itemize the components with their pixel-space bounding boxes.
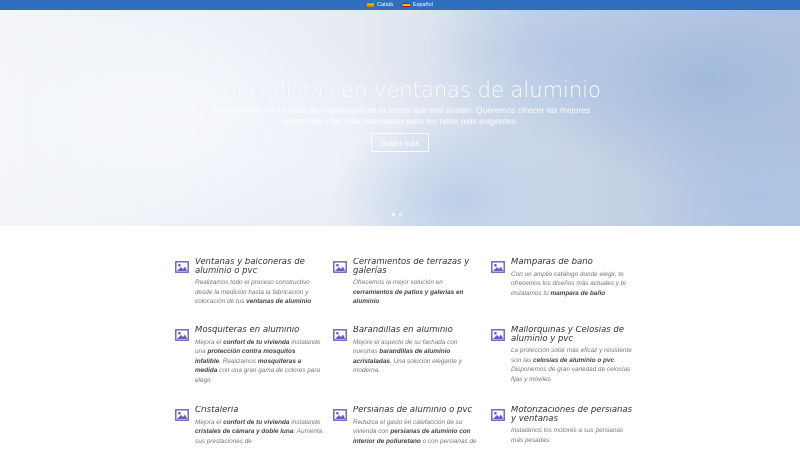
image-icon xyxy=(175,329,189,341)
service-content: Ventanas y balconeras de aluminio o pvc R… xyxy=(195,258,323,326)
service-text: Instalamos los motores a sus persianas m… xyxy=(511,427,624,444)
hero-subtitle: Tenemos más de 15 años de experiencia en… xyxy=(209,105,591,126)
image-icon xyxy=(333,261,347,273)
service-highlight: confort de tu vivienda xyxy=(223,418,290,426)
service-title: Mamparas de baño xyxy=(511,258,593,267)
image-icon xyxy=(491,261,505,273)
service-content: Cristalería Mejora el confort de tu vivie… xyxy=(195,406,323,450)
services-grid: Ventanas y balconeras de aluminio o pvc R… xyxy=(175,258,635,450)
service-highlight: celosías de aluminio o pvc xyxy=(533,356,615,364)
language-link-spanish[interactable]: Español xyxy=(403,2,433,8)
service-content: Motorizaciones de persianas y ventanas In… xyxy=(511,406,635,450)
service-content: Barandillas en aluminio Mejore el aspecto… xyxy=(353,326,481,406)
service-item: Cerramientos de terrazas y galerías Ofrec… xyxy=(333,258,491,326)
service-description: Mejora el confort de tu vivienda instala… xyxy=(195,338,323,386)
service-highlight: mampara de baño xyxy=(550,289,606,297)
service-item: Persianas de aluminio o pvc Reduzca el ga… xyxy=(333,406,491,450)
slider-dot-2[interactable] xyxy=(399,213,402,216)
service-text: Mejora el xyxy=(195,338,224,346)
service-title: Barandillas en aluminio xyxy=(353,326,453,335)
service-title: Mallorquinas y Celosías de aluminio y pv… xyxy=(511,326,625,344)
service-description: Instalamos los motores a sus persianas m… xyxy=(511,426,635,445)
service-description: Realizamos todo el proceso constructivo … xyxy=(195,278,323,307)
service-content: Mallorquinas y Celosías de aluminio y pv… xyxy=(511,326,635,406)
service-title: Motorizaciones de persianas y ventanas xyxy=(511,406,633,424)
service-text: Mejora el xyxy=(195,418,224,426)
language-bar: Català Español xyxy=(0,0,800,10)
hero-slider: Especialistas en ventanas de aluminio Te… xyxy=(0,10,800,226)
service-highlight: cerramientos de patios y galerías en alu… xyxy=(353,288,464,306)
service-content: Mosquiteras en aluminio Mejora el confort… xyxy=(195,326,323,406)
service-title: Mosquiteras en aluminio xyxy=(195,326,300,335)
service-item: Ventanas y balconeras de aluminio o pvc R… xyxy=(175,258,333,326)
service-item: Cristalería Mejora el confort de tu vivie… xyxy=(175,406,333,450)
service-description: Mejore el aspecto de su fachada con nues… xyxy=(353,338,481,376)
service-item: Mallorquinas y Celosías de aluminio y pv… xyxy=(491,326,635,406)
service-description: Con un amplio catálogo donde elegir, te … xyxy=(511,270,635,299)
service-description: La protección solar más eficaz y resiste… xyxy=(511,346,635,384)
service-highlight: ventanas de aluminio xyxy=(246,298,312,306)
service-text: Ofrecemos la mejor solución en xyxy=(353,279,443,286)
image-icon xyxy=(333,409,347,421)
service-title: Ventanas y balconeras de aluminio o pvc xyxy=(195,258,305,276)
service-title: Cristalería xyxy=(195,406,239,415)
service-description: Reduzca el gasto en calefacción de su vi… xyxy=(353,418,481,447)
service-item: Mamparas de baño Con un amplio catálogo d… xyxy=(491,258,635,326)
spanish-flag-icon xyxy=(403,2,410,8)
slider-pagination xyxy=(392,213,402,216)
service-item: Barandillas en aluminio Mejore el aspecto… xyxy=(333,326,491,406)
service-title: Cerramientos de terrazas y galerías xyxy=(353,258,470,276)
learn-more-button[interactable]: Saber más xyxy=(371,133,429,152)
language-link-catalan[interactable]: Català xyxy=(367,2,393,8)
service-text: . Realizamos xyxy=(219,357,258,365)
image-icon xyxy=(175,261,189,273)
language-label: Català xyxy=(377,2,393,8)
service-item: Mosquiteras en aluminio Mejora el confort… xyxy=(175,326,333,406)
service-item: Motorizaciones de persianas y ventanas In… xyxy=(491,406,635,450)
service-highlight: confort de tu vivienda xyxy=(223,338,290,346)
image-icon xyxy=(333,329,347,341)
image-icon xyxy=(175,409,189,421)
service-content: Mamparas de baño Con un amplio catálogo d… xyxy=(511,258,635,326)
service-description: Mejora el confort de tu vivienda instala… xyxy=(195,418,323,447)
hero-title: Especialistas en ventanas de aluminio xyxy=(199,78,601,102)
service-description: Ofrecemos la mejor solución en cerramien… xyxy=(353,278,481,307)
service-content: Persianas de aluminio o pvc Reduzca el ga… xyxy=(353,406,481,450)
service-title: Persianas de aluminio o pvc xyxy=(353,406,473,415)
service-highlight: cristales de cámara y doble luna xyxy=(195,428,294,436)
service-text: instalando xyxy=(289,418,321,426)
image-icon xyxy=(491,409,505,421)
slider-dot-1[interactable] xyxy=(392,213,395,216)
catalan-flag-icon xyxy=(367,2,375,8)
language-label: Español xyxy=(413,2,433,8)
image-icon xyxy=(491,329,505,341)
service-content: Cerramientos de terrazas y galerías Ofrec… xyxy=(353,258,481,326)
service-text: o con persianas de xyxy=(420,437,477,445)
